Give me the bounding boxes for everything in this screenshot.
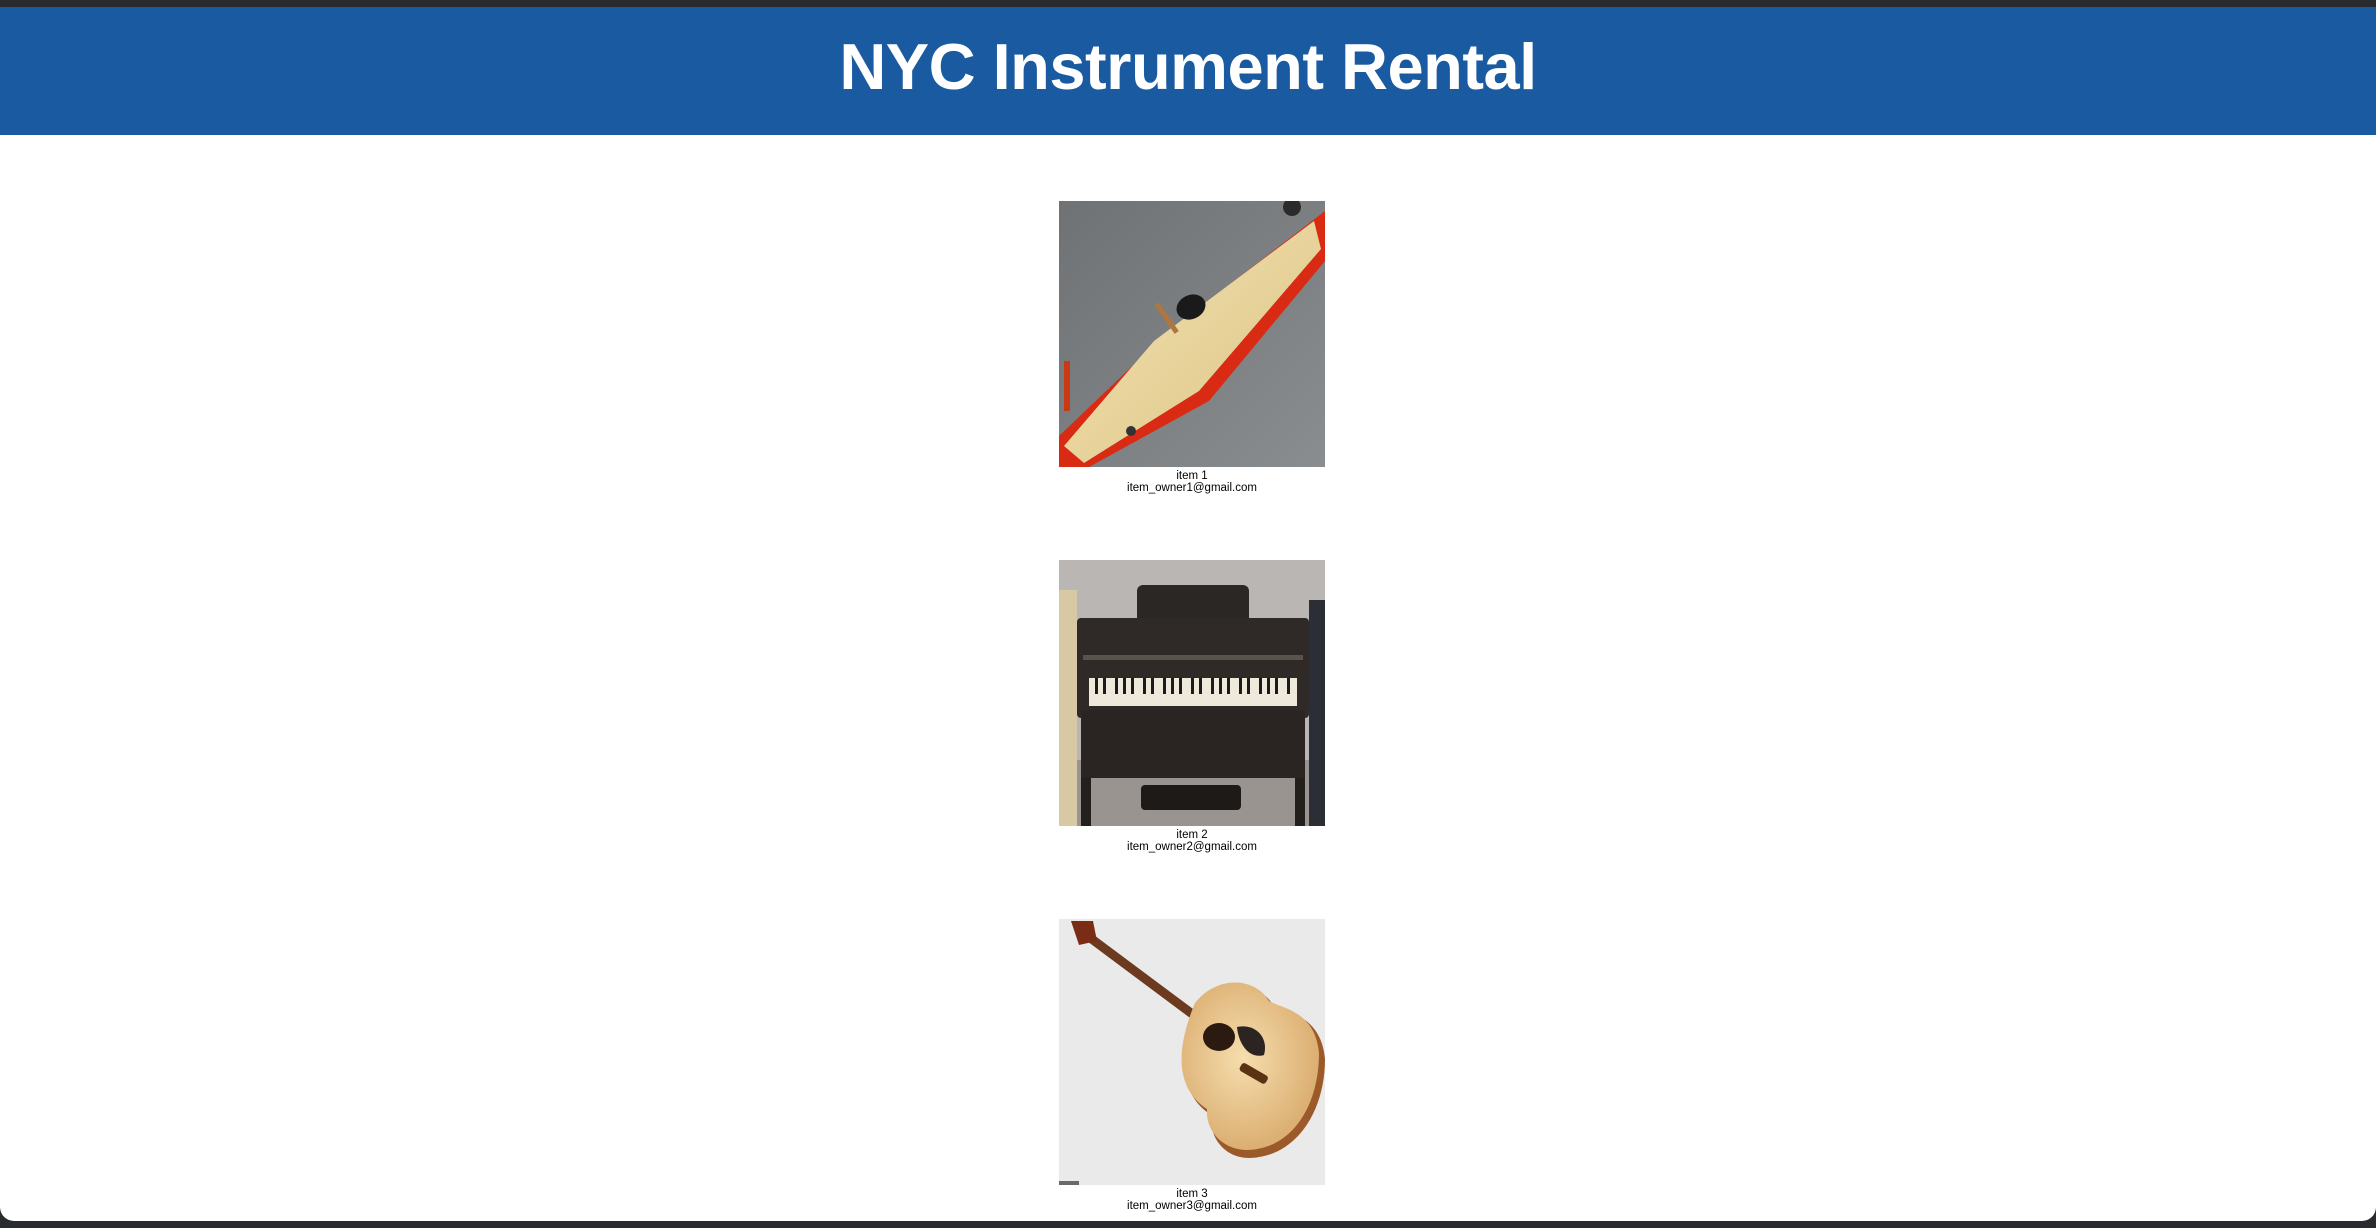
list-item[interactable]: item 3 item_owner3@gmail.com [1059,919,1325,1212]
list-item[interactable]: item 1 item_owner1@gmail.com [1059,201,1325,494]
acoustic-guitar-image[interactable] [1059,919,1325,1185]
strumstick-image[interactable] [1059,201,1325,467]
owner-email: item_owner3@gmail.com [1127,1200,1257,1212]
owner-email: item_owner1@gmail.com [1127,482,1257,494]
item-name: item 2 [1176,829,1208,841]
item-name: item 1 [1176,470,1208,482]
browser-viewport: NYC Instrument Rental item 1 item_owner1… [0,7,2376,1221]
owner-email: item_owner2@gmail.com [1127,841,1257,853]
page-title: NYC Instrument Rental [839,30,1537,103]
site-header: NYC Instrument Rental [0,7,2376,135]
item-name: item 3 [1176,1188,1208,1200]
upright-piano-image[interactable] [1059,560,1325,826]
list-item[interactable]: item 2 item_owner2@gmail.com [1059,560,1325,853]
